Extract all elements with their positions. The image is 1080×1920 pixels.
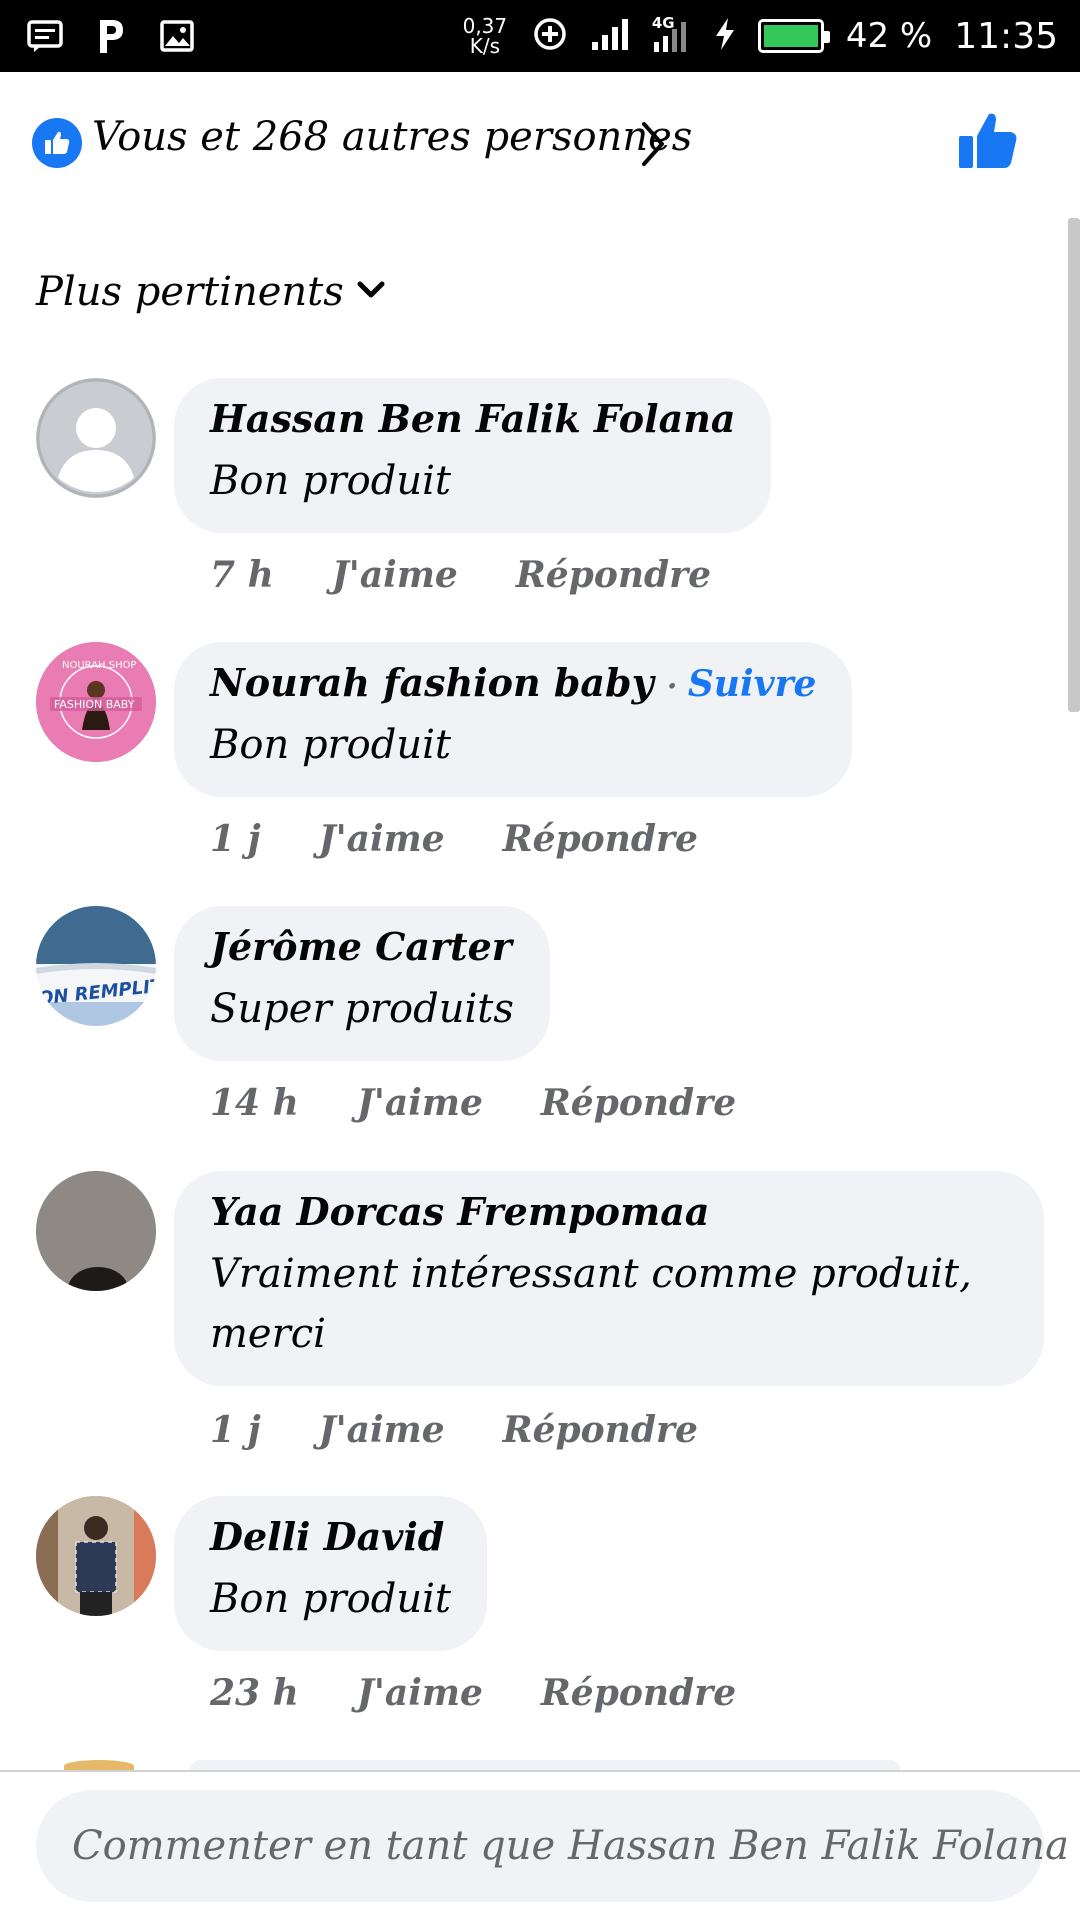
- comment-time[interactable]: 23 h: [210, 1672, 299, 1714]
- comment-text: Super produits: [210, 986, 514, 1032]
- chevron-down-icon: [356, 279, 386, 305]
- sort-label: Plus pertinents: [36, 269, 344, 315]
- avatar[interactable]: [36, 1496, 156, 1616]
- comment-author-row: Nourah fashion baby · Suivre: [210, 660, 816, 705]
- reply-link[interactable]: Répondre: [516, 554, 711, 596]
- comment-time[interactable]: 1 j: [210, 1409, 261, 1451]
- signal-icon: [590, 18, 630, 54]
- like-reaction-icon: [32, 118, 82, 168]
- comment-text: Bon produit: [210, 722, 451, 768]
- parking-icon: [90, 16, 132, 56]
- avatar[interactable]: ON REMPLIT: [36, 906, 156, 1026]
- battery-level: [763, 25, 818, 47]
- data-saver-icon: [532, 16, 568, 56]
- like-button[interactable]: [955, 108, 1021, 174]
- comment-bubble[interactable]: Jérôme Carter Super produits: [174, 906, 550, 1061]
- comment-input[interactable]: Commenter en tant que Hassan Ben Falik F…: [36, 1790, 1069, 1902]
- avatar-badge-bottom: FASHION BABY: [54, 698, 135, 711]
- comment-bubble[interactable]: Yaa Dorcas Frempomaa Vraiment intéressan…: [174, 1171, 1044, 1386]
- reply-link[interactable]: Répondre: [541, 1672, 736, 1714]
- comment-text: Bon produit: [210, 458, 451, 504]
- comment-author[interactable]: Yaa Dorcas Frempomaa: [210, 1189, 1008, 1234]
- net-speed: 0,37 K/s: [462, 14, 508, 58]
- battery-icon: [757, 19, 830, 53]
- comment-bubble[interactable]: Hassan Ben Falik Folana Bon produit: [174, 378, 772, 533]
- charging-icon: [714, 17, 736, 55]
- follow-button[interactable]: Suivre: [688, 663, 817, 705]
- 4g-signal-icon: 4G: [652, 14, 692, 56]
- comment-text: Bon produit: [210, 1576, 451, 1622]
- like-link[interactable]: J'aime: [357, 1672, 483, 1714]
- reply-link[interactable]: Répondre: [503, 1409, 698, 1451]
- comment-actions: 1 j J'aime Répondre: [210, 818, 698, 860]
- comment-time[interactable]: 14 h: [210, 1082, 299, 1124]
- avatar-badge-top: NOURAH SHOP: [62, 660, 137, 671]
- avatar[interactable]: [36, 1171, 156, 1291]
- comment-author[interactable]: Jérôme Carter: [210, 924, 514, 969]
- avatar[interactable]: NOURAH SHOP FASHION BABY: [36, 642, 156, 762]
- comment-author[interactable]: Delli David: [210, 1514, 451, 1559]
- avatar[interactable]: [36, 378, 156, 498]
- separator-dot: ·: [666, 669, 688, 704]
- reply-link[interactable]: Répondre: [541, 1082, 736, 1124]
- next-comment-bubble-peek: [190, 1760, 900, 1770]
- clock: 11:35: [954, 15, 1058, 57]
- comment-author[interactable]: Nourah fashion baby: [210, 660, 654, 705]
- notification-icons: [24, 16, 198, 56]
- comment-bubble[interactable]: Nourah fashion baby · Suivre Bon produit: [174, 642, 853, 797]
- battery-percent: 42 %: [845, 16, 933, 56]
- like-link[interactable]: J'aime: [319, 1409, 445, 1451]
- like-link[interactable]: J'aime: [319, 818, 445, 860]
- reply-link[interactable]: Répondre: [503, 818, 698, 860]
- like-link[interactable]: J'aime: [357, 1082, 483, 1124]
- message-icon: [24, 16, 66, 56]
- reactions-text[interactable]: Vous et 268 autres personnes: [92, 114, 692, 160]
- comment-time[interactable]: 7 h: [210, 554, 274, 596]
- comment-actions: 23 h J'aime Répondre: [210, 1672, 736, 1714]
- status-bar: 0,37 K/s 4G 42 % 11:35: [0, 0, 1080, 72]
- like-link[interactable]: J'aime: [332, 554, 458, 596]
- gallery-icon: [156, 16, 198, 56]
- comment-actions: 7 h J'aime Répondre: [210, 554, 711, 596]
- scrollbar[interactable]: [1068, 218, 1080, 712]
- comment-bubble[interactable]: Delli David Bon produit: [174, 1496, 487, 1651]
- system-status: 0,37 K/s 4G 42 % 11:35: [460, 0, 1058, 72]
- comment-actions: 1 j J'aime Répondre: [210, 1409, 698, 1451]
- comment-author[interactable]: Hassan Ben Falik Folana: [210, 396, 735, 441]
- chevron-right-icon[interactable]: [636, 118, 670, 170]
- comment-actions: 14 h J'aime Répondre: [210, 1082, 736, 1124]
- comment-text: Vraiment intéressant comme produit, merc…: [210, 1251, 972, 1357]
- composer-divider: [0, 1770, 1080, 1772]
- comment-time[interactable]: 1 j: [210, 818, 261, 860]
- reactions-summary[interactable]: Vous et 268 autres personnes: [0, 72, 1080, 212]
- sort-dropdown[interactable]: Plus pertinents: [36, 264, 386, 320]
